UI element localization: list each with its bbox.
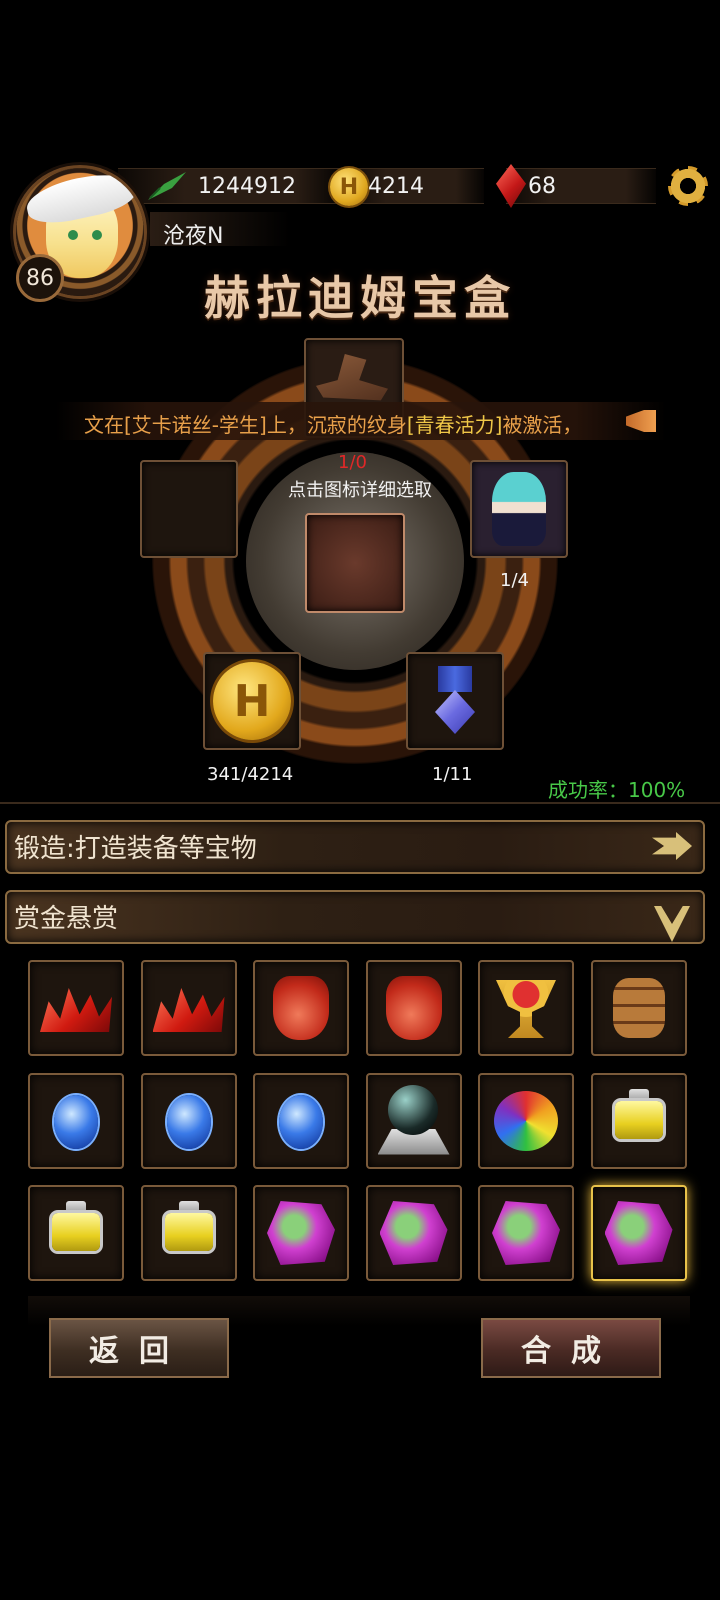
altar-hint: 点击图标详细选取	[288, 480, 432, 501]
notice-part2: 被激活，	[502, 413, 583, 437]
notice-text: 文在[艾卡诺丝-学生]上，沉寂的纹身[青春活力]被激活，	[84, 409, 582, 438]
item-slot[interactable]	[140, 1072, 237, 1169]
center-slot-count: 1/0	[338, 452, 367, 473]
medal-ribbon	[438, 666, 472, 692]
craft-button[interactable]: 合成	[481, 1318, 661, 1378]
avatar-eye	[92, 230, 102, 240]
avatar-eye	[68, 230, 78, 240]
divider	[0, 802, 720, 804]
sapphire-icon	[279, 1094, 323, 1149]
notice-part1: 文在[艾卡诺丝-学生]上，沉寂的纹身	[84, 413, 407, 437]
purple-stone-icon	[379, 1201, 448, 1265]
gem-value: 68	[528, 174, 556, 199]
sapphire-icon	[166, 1094, 211, 1149]
item-slot[interactable]	[253, 1072, 349, 1169]
yellow-bottle-icon	[164, 1213, 213, 1251]
rainbow-gem-icon	[494, 1090, 558, 1151]
item-slot[interactable]	[478, 1185, 574, 1281]
left-empty-slot[interactable]	[140, 460, 238, 558]
item-slot[interactable]	[590, 960, 687, 1056]
notice-highlight: [青春活力]	[406, 413, 503, 437]
yellow-bottle-base-icon	[66, 1201, 86, 1213]
item-slot[interactable]	[253, 960, 349, 1056]
item-slot[interactable]	[28, 1185, 124, 1281]
item-slot[interactable]	[590, 1185, 687, 1281]
page-title: 赫拉迪姆宝盒	[204, 271, 516, 325]
item-slot[interactable]	[28, 960, 124, 1056]
item-slot[interactable]	[590, 1072, 687, 1169]
medal-slot-count: 1/11	[432, 764, 473, 785]
item-slot[interactable]	[478, 960, 574, 1056]
center-result-slot[interactable]	[305, 513, 405, 613]
sapphire-icon	[54, 1094, 98, 1149]
right-character-slot[interactable]	[470, 460, 568, 558]
medal-material-slot[interactable]	[406, 652, 504, 750]
settings-gear-icon[interactable]	[668, 166, 708, 206]
coin-slot-count: 341/4214	[207, 764, 294, 785]
coin-icon: H	[330, 168, 368, 206]
medal-icon	[435, 690, 475, 734]
power-value: 1244912	[198, 174, 296, 199]
goblet-icon	[496, 980, 556, 1038]
player-name: 沧夜N	[163, 224, 224, 249]
item-slot[interactable]	[478, 1072, 574, 1169]
back-button[interactable]: 返回	[49, 1318, 229, 1378]
purple-stone-icon	[492, 1201, 560, 1265]
purple-stone-icon	[604, 1201, 673, 1265]
forge-section-title: 锻造:打造装备等宝物	[14, 834, 257, 864]
item-slot[interactable]	[253, 1185, 349, 1281]
red-crystal-icon	[152, 988, 225, 1032]
purple-stone-icon	[267, 1201, 335, 1265]
coin-material-slot[interactable]: H	[203, 652, 301, 750]
item-slot[interactable]	[365, 1072, 462, 1169]
red-crystal-icon	[40, 988, 112, 1032]
item-slot[interactable]	[365, 960, 462, 1056]
item-slot[interactable]	[140, 1185, 237, 1281]
yellow-bottle-icon	[614, 1100, 663, 1139]
red-bag-icon	[273, 976, 329, 1040]
success-rate: 成功率：100%	[548, 778, 686, 802]
bounty-section-title: 赏金悬赏	[14, 904, 119, 934]
dark-orb-icon	[387, 1084, 438, 1135]
yellow-bottle-base-icon	[178, 1201, 199, 1213]
item-slot[interactable]	[140, 960, 237, 1056]
red-bag-icon	[385, 976, 442, 1040]
gold-coin-icon: H	[213, 662, 291, 740]
right-slot-count: 1/4	[500, 570, 529, 591]
yellow-bottle-base-icon	[628, 1088, 649, 1101]
item-slot[interactable]	[365, 1185, 462, 1281]
item-slot[interactable]	[28, 1072, 124, 1169]
barrel-icon	[612, 978, 665, 1038]
coin-value: 4214	[368, 174, 424, 199]
quill-icon	[148, 172, 186, 200]
yellow-bottle-icon	[52, 1213, 100, 1251]
